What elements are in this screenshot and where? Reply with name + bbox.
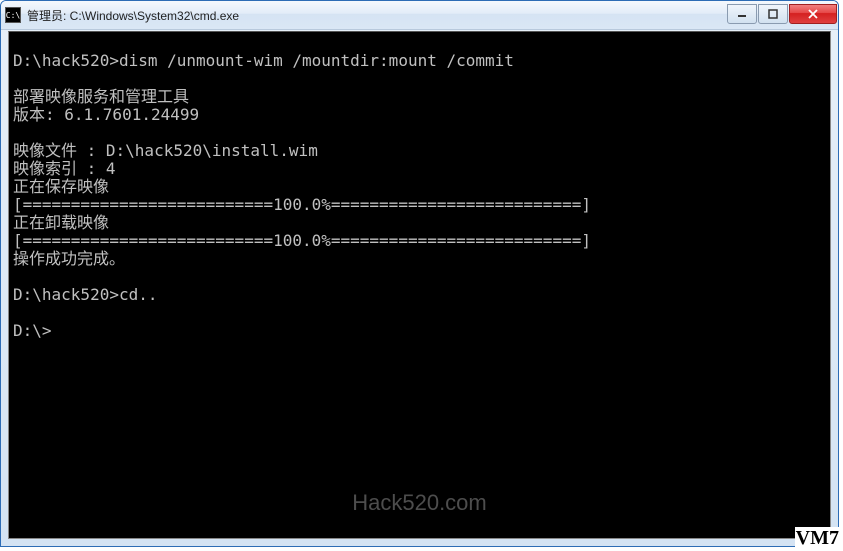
- minimize-button[interactable]: [727, 4, 757, 24]
- maximize-button[interactable]: [758, 4, 788, 24]
- terminal-viewport[interactable]: D:\hack520>dism /unmount-wim /mountdir:m…: [8, 31, 831, 539]
- maximize-icon: [768, 9, 778, 19]
- watermark-text: Hack520.com: [352, 490, 487, 516]
- terminal-output: D:\hack520>dism /unmount-wim /mountdir:m…: [13, 34, 826, 340]
- cmd-window: C:\ 管理员: C:\Windows\System32\cmd.exe D:\…: [0, 0, 839, 547]
- window-title: 管理员: C:\Windows\System32\cmd.exe: [27, 7, 726, 24]
- minimize-icon: [737, 9, 747, 19]
- window-controls: [726, 4, 837, 24]
- cmd-icon: C:\: [5, 7, 21, 23]
- close-button[interactable]: [789, 4, 837, 24]
- titlebar[interactable]: C:\ 管理员: C:\Windows\System32\cmd.exe: [1, 1, 838, 30]
- close-icon: [807, 9, 819, 19]
- vm-label: VM7: [795, 527, 840, 550]
